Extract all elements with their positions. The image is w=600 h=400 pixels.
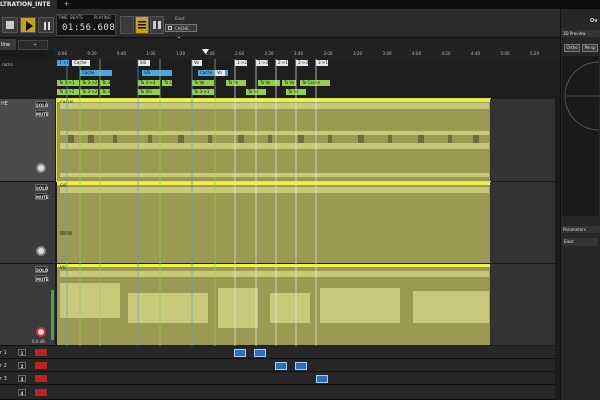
subtrack-number: 3 [18,375,26,382]
loop-button[interactable] [120,16,134,34]
track-name: HE [1,101,8,107]
time-mode-label[interactable]: TIME [58,15,68,20]
subtrack[interactable] [0,372,555,385]
subtrack-number: 2 [18,362,26,369]
ruler-tick: 5:20 [530,51,539,56]
ruler-tick: 2:40 [294,51,303,56]
subtrack-record-button[interactable] [35,389,47,396]
subtrack-number: 1 [18,349,26,356]
solo-button[interactable]: SOLO [35,184,48,191]
event-block[interactable] [275,362,287,370]
ruler-tick: 3:00 [323,51,333,56]
volume-knob[interactable] [36,246,46,256]
mute-button[interactable]: MUTE [35,110,49,117]
checkbox-icon [168,26,172,30]
ruler-tick: 0:40 [117,51,126,56]
playback-status: PLAYING [94,15,111,20]
ruler-tick: 3:40 [382,51,392,56]
ruler-tick: 0:20 [87,51,97,56]
document-tab[interactable]: LTRATION_INTE [0,0,57,9]
play-button[interactable] [20,17,36,33]
right-tab[interactable]: Ov [590,18,598,24]
element-value: CACHE [175,26,189,31]
list-view-button[interactable] [135,16,149,34]
mute-button[interactable]: MUTE [35,275,49,282]
volume-knob[interactable] [36,327,46,337]
beats-mode-label[interactable]: BEATS [70,15,83,20]
tab-add[interactable]: + [18,40,48,50]
subtrack-record-button[interactable] [35,362,47,369]
solo-button[interactable]: SOLO [35,101,48,108]
persp-button[interactable]: Persp [582,44,598,52]
ruler-tick: 2:20 [264,51,274,56]
subtrack-number: 4 [18,389,26,396]
tab-row [0,38,560,50]
volume-level: 0.0 dB [32,339,45,344]
pause-icon [44,22,50,30]
grid-icon [153,21,161,29]
mute-button[interactable]: MUTE [35,193,49,200]
event-block[interactable] [316,375,328,383]
subtrack[interactable] [0,346,555,359]
pause-button[interactable] [38,17,54,33]
volume-knob[interactable] [36,163,46,173]
playhead-icon[interactable] [202,49,209,55]
ruler-tick: 1:20 [176,51,185,56]
markers-label: racks [2,62,13,67]
ruler-tick: 4:00 [412,51,421,56]
tab-timeline[interactable]: line [0,39,16,50]
title-bar [0,0,600,9]
preview-header[interactable]: 3D Preview [561,30,600,37]
subtrack-name: r 3 [0,376,7,382]
ruler-tick: 0:00 [58,51,67,56]
solo-button[interactable]: SOLO [35,266,48,273]
tab-add-label: + [33,42,38,48]
ruler-tick: 4:20 [441,51,451,56]
ruler-tick: 4:40 [471,51,480,56]
parameters-header[interactable]: Parameters [561,226,600,233]
event-block[interactable] [295,362,307,370]
element-label: Elast [175,16,185,21]
event-block[interactable] [254,349,266,357]
play-icon [26,21,33,31]
parameter-item[interactable]: Elast [562,238,598,246]
preview-viewport[interactable] [562,56,599,216]
subtrack-name: r 2 [0,363,7,369]
ortho-button[interactable]: Ortho [564,44,580,52]
record-button[interactable] [2,17,18,33]
list-icon [138,21,146,29]
ruler-tick: 1:00 [146,51,156,56]
grid-view-button[interactable] [150,16,164,34]
element-select[interactable]: CACHE [165,24,197,32]
subtrack-name: r 1 [0,350,7,356]
subtrack-record-button[interactable] [35,349,47,356]
event-block[interactable] [234,349,246,357]
time-value: 01:56.608 [62,23,116,33]
subtrack-record-button[interactable] [35,375,47,382]
ruler-tick: 5:00 [500,51,510,56]
level-meter [51,290,54,340]
tab-timeline-label: line [1,42,11,48]
subtrack[interactable] [0,385,555,400]
ruler-tick: 3:20 [353,51,362,56]
ruler-tick: 2:00 [235,51,244,56]
new-tab-button[interactable]: + [62,1,71,8]
